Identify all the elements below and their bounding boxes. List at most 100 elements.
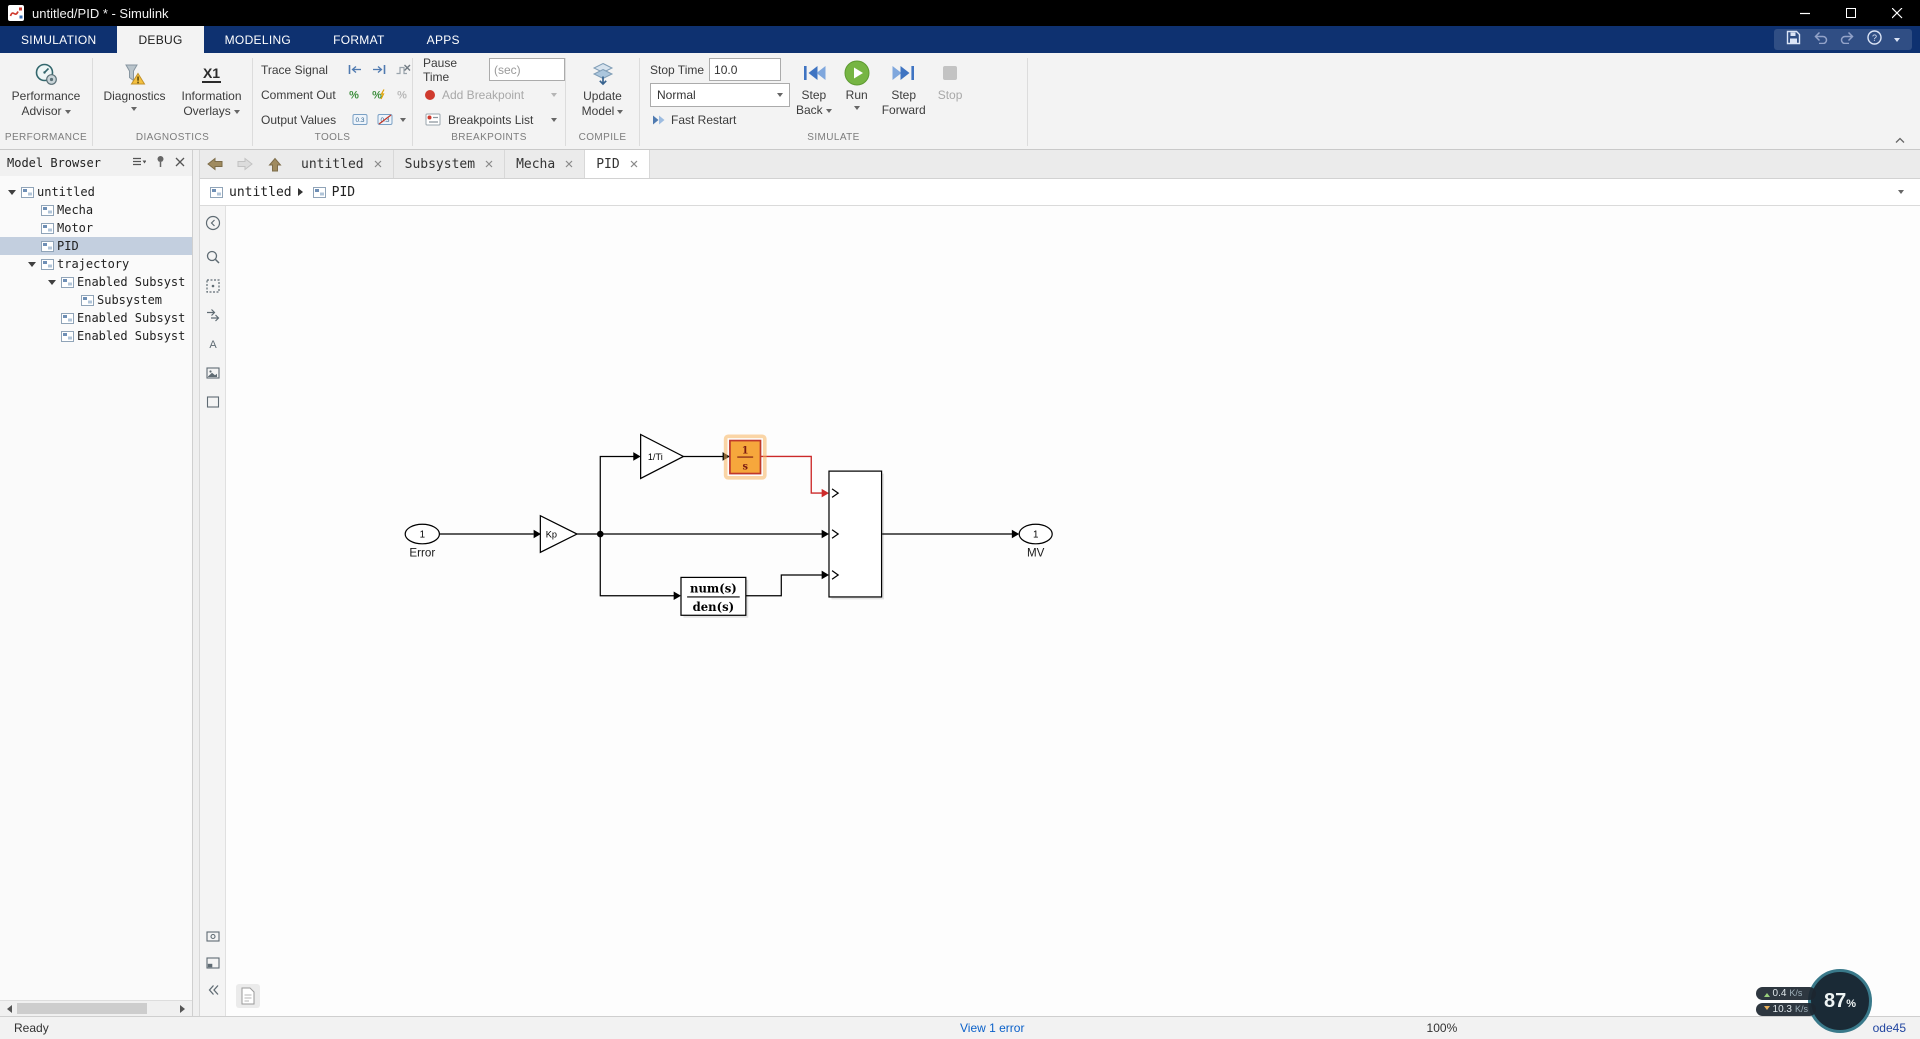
add-breakpoint-label[interactable]: Add Breakpoint <box>442 88 524 102</box>
scroll-left-icon[interactable] <box>0 1001 15 1016</box>
undo-icon[interactable] <box>1813 31 1828 49</box>
doc-tab-mecha[interactable]: Mecha <box>505 150 586 178</box>
stop-button[interactable]: Stop <box>932 55 969 103</box>
tab-format[interactable]: FORMAT <box>312 26 406 53</box>
tab-close-icon[interactable] <box>374 157 382 172</box>
nav-forward-icon[interactable] <box>230 150 260 178</box>
scrollbar-thumb[interactable] <box>17 1003 147 1014</box>
tree-item-motor[interactable]: Motor <box>0 219 192 237</box>
collapse-strip-icon[interactable] <box>204 981 222 999</box>
tree-item-trajectory[interactable]: trajectory <box>0 255 192 273</box>
panel-layout-icon[interactable] <box>204 954 222 972</box>
close-panel-icon[interactable] <box>175 156 185 170</box>
output-values-label[interactable]: Output Values <box>261 113 345 127</box>
help-icon[interactable]: ? <box>1867 29 1882 50</box>
network-monitor-widget[interactable]: 0.4 K/s 10.3 K/s 87 % <box>1755 969 1872 1033</box>
hide-explorer-icon[interactable] <box>204 214 222 232</box>
save-icon[interactable] <box>1786 30 1801 50</box>
viewport-icon[interactable] <box>204 927 222 945</box>
annotation-palette-icon[interactable] <box>236 984 260 1008</box>
sum-block[interactable] <box>828 470 885 600</box>
breadcrumb-untitled[interactable]: untitled <box>229 185 292 200</box>
breakpoints-list-caret-icon[interactable] <box>551 117 557 125</box>
fit-to-view-icon[interactable] <box>204 277 222 295</box>
expander-icon[interactable] <box>6 186 18 199</box>
tab-close-icon[interactable] <box>630 157 638 172</box>
remove-output-values-icon[interactable]: 0.3 <box>375 111 395 129</box>
breadcrumb-caret-icon[interactable] <box>1898 190 1904 197</box>
nav-up-icon[interactable] <box>260 150 290 178</box>
run-button[interactable]: Run <box>838 55 876 113</box>
transfer-fcn-block[interactable]: num(s) den(s) <box>680 576 749 618</box>
browser-horizontal-scrollbar[interactable] <box>0 1000 192 1016</box>
trace-signal-label[interactable]: Trace Signal <box>261 63 340 77</box>
area-icon[interactable] <box>204 393 222 411</box>
tab-modeling[interactable]: MODELING <box>204 26 312 53</box>
branch-point[interactable] <box>596 530 604 538</box>
tab-simulation[interactable]: SIMULATION <box>0 26 117 53</box>
doc-tab-pid[interactable]: PID <box>585 150 650 178</box>
signal-arrows-icon[interactable] <box>204 306 222 324</box>
zoom-icon[interactable] <box>204 248 222 266</box>
panel-splitter[interactable] <box>193 150 200 1016</box>
solver-label[interactable]: ode45 <box>1873 1021 1906 1035</box>
doc-tab-untitled[interactable]: untitled <box>290 150 394 178</box>
gain-kp-block[interactable]: Kp <box>539 514 579 554</box>
tab-apps[interactable]: APPS <box>406 26 481 53</box>
gain-ti-block[interactable]: 1/Ti <box>640 433 685 480</box>
collapse-ribbon-icon[interactable] <box>1892 134 1908 146</box>
error-signal-line[interactable] <box>760 455 829 498</box>
tree-item-subsystem[interactable]: Subsystem <box>0 291 192 309</box>
step-forward-button[interactable]: Step Forward <box>876 55 932 118</box>
diagram-canvas[interactable]: 1 Error Kp 1/Ti 1 s num(s) den(s) 1 MV <box>226 206 1920 1016</box>
remove-trace-icon[interactable] <box>393 61 412 79</box>
svg-text:%: % <box>397 90 407 102</box>
close-icon[interactable] <box>1874 0 1920 26</box>
image-icon[interactable] <box>204 364 222 382</box>
comment-out-label[interactable]: Comment Out <box>261 88 340 102</box>
inport-block[interactable]: 1 Error <box>404 523 441 560</box>
tab-close-icon[interactable] <box>565 157 573 172</box>
tab-close-icon[interactable] <box>485 157 493 172</box>
tab-debug[interactable]: DEBUG <box>117 26 204 53</box>
tree-item-enabled-subsystem-2[interactable]: Enabled Subsyst <box>0 309 192 327</box>
tree-item-enabled-subsystem-3[interactable]: Enabled Subsyst <box>0 327 192 345</box>
comment-out-icon[interactable]: % <box>345 86 364 104</box>
tree-item-untitled[interactable]: untitled <box>0 183 192 201</box>
scroll-right-icon[interactable] <box>177 1001 192 1016</box>
pause-time-input[interactable] <box>489 58 565 81</box>
stop-time-input[interactable] <box>709 58 782 81</box>
tree-item-enabled-subsystem-1[interactable]: Enabled Subsyst <box>0 273 192 291</box>
doc-tab-subsystem[interactable]: Subsystem <box>394 150 506 178</box>
show-output-values-icon[interactable]: 0.3 <box>350 111 370 129</box>
quick-access-caret-icon[interactable] <box>1894 37 1900 45</box>
redo-icon[interactable] <box>1840 31 1855 49</box>
browser-menu-icon[interactable] <box>132 156 147 170</box>
annotation-icon[interactable]: A <box>204 335 222 353</box>
maximize-icon[interactable] <box>1828 0 1874 26</box>
pin-icon[interactable] <box>155 155 166 171</box>
output-values-caret-icon[interactable] <box>400 117 406 125</box>
sim-mode-select[interactable]: Normal <box>650 82 790 107</box>
expander-icon[interactable] <box>26 258 38 271</box>
uncomment-icon[interactable]: % <box>393 86 412 104</box>
trace-signal-source-icon[interactable] <box>345 61 364 79</box>
performance-advisor-button[interactable]: Performance Advisor <box>6 56 87 119</box>
breadcrumb-pid[interactable]: PID <box>332 185 355 200</box>
tree-item-pid[interactable]: PID <box>0 237 192 255</box>
update-model-button[interactable]: Update Model <box>576 56 630 119</box>
outport-block[interactable]: 1 MV <box>1018 523 1053 560</box>
comment-through-icon[interactable]: % <box>369 86 388 104</box>
integrator-block[interactable]: 1 s <box>723 434 767 480</box>
information-overlays-button[interactable]: X1 Information Overlays <box>176 56 248 119</box>
step-back-button[interactable]: Step Back <box>790 55 838 118</box>
trace-signal-destination-icon[interactable] <box>369 61 388 79</box>
fast-restart-label[interactable]: Fast Restart <box>671 113 736 127</box>
minimize-icon[interactable] <box>1782 0 1828 26</box>
view-error-link[interactable]: View 1 error <box>960 1021 1024 1035</box>
diagnostics-button[interactable]: Diagnostics <box>97 56 171 114</box>
tree-item-mecha[interactable]: Mecha <box>0 201 192 219</box>
nav-back-icon[interactable] <box>200 150 230 178</box>
expander-icon[interactable] <box>46 276 58 289</box>
breakpoints-list-label[interactable]: Breakpoints List <box>448 113 533 127</box>
